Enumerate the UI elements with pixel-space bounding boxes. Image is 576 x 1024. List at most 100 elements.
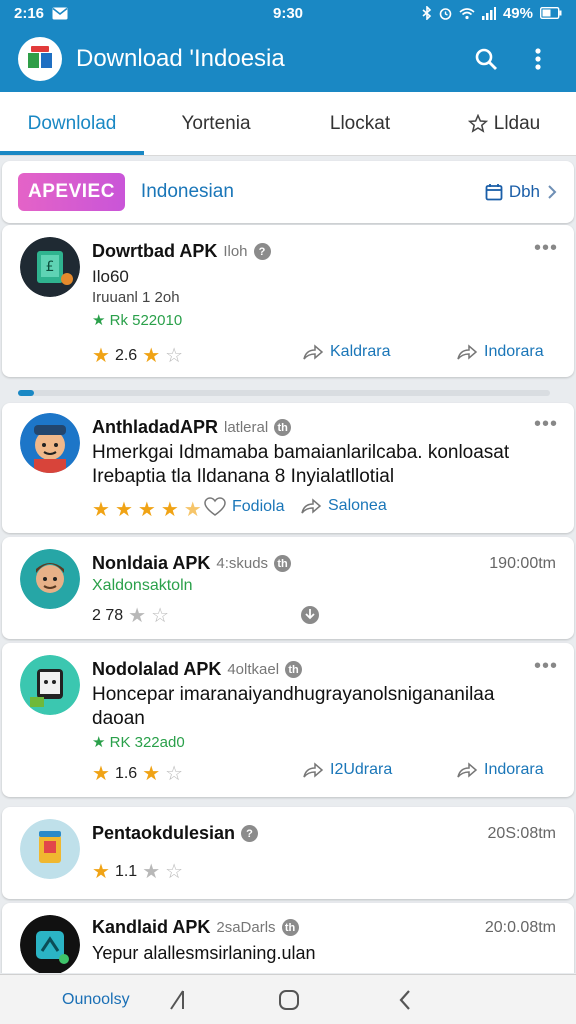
- status-time: 2:16: [14, 4, 45, 22]
- tab-yortenia[interactable]: Yortenia: [144, 92, 288, 155]
- home-icon: [279, 990, 299, 1010]
- app-card[interactable]: Kandlaid APK 2saDarls th 20:0.08tm Yepur…: [2, 903, 574, 973]
- rating-row: ★ 1.1 ★ ☆: [92, 859, 183, 884]
- app-subtitle: 4oltkael: [227, 661, 280, 678]
- favorite-button[interactable]: Fodiola: [204, 497, 284, 517]
- star-icon: ★: [142, 861, 161, 883]
- forward-button[interactable]: Indorara: [456, 343, 544, 361]
- star-icon: ★: [92, 861, 110, 883]
- alarm-icon: [439, 7, 452, 20]
- more-horiz-icon[interactable]: •••: [534, 237, 558, 260]
- app-title: AnthladadAPR: [92, 417, 218, 437]
- app-time: 190:00tm: [489, 555, 556, 572]
- app-subtitle: Iloh: [223, 243, 248, 260]
- share-arrow-icon: [457, 762, 478, 778]
- app-avatar: [20, 915, 80, 973]
- star-half-icon: ★: [183, 499, 202, 521]
- promo-text: Indonesian: [140, 181, 234, 202]
- app-rank: ★ RK 322ad0: [92, 734, 185, 751]
- mail-icon: [52, 7, 68, 20]
- app-title: Pentaokdulesian: [92, 823, 236, 843]
- recents-icon: [170, 990, 184, 1010]
- tab-label: Downlolad: [27, 112, 117, 134]
- star-outline-icon: ☆: [165, 861, 184, 883]
- app-title: Nodolalad APK: [92, 659, 222, 679]
- star-icon: ★: [160, 499, 179, 521]
- star-icon: ★: [92, 763, 110, 785]
- rating-row: 2 78 ★ ☆: [92, 603, 169, 628]
- progress-fill: [18, 390, 34, 396]
- app-card[interactable]: Nodolalad APK 4oltkael th ••• Honcepar i…: [2, 643, 574, 797]
- app-card[interactable]: Pentaokdulesian ? 20S:08tm ★ 1.1 ★ ☆: [2, 807, 574, 899]
- status-bar: 2:16 9:30 49%: [0, 0, 576, 26]
- tab-label: Llockat: [329, 112, 391, 134]
- tab-label: Yortenia: [181, 112, 251, 134]
- promo-banner[interactable]: APEVIEC Indonesian Dbh: [2, 161, 574, 223]
- tab-label: Lldau: [493, 112, 541, 134]
- star-outline-icon: ☆: [165, 345, 184, 367]
- recents-button[interactable]: [164, 987, 190, 1013]
- more-horiz-icon[interactable]: •••: [534, 413, 558, 436]
- app-description: Yepur alallesmsirlaning.ulan: [92, 943, 316, 963]
- promo-badge: APEVIEC: [18, 173, 125, 211]
- battery-percent: 49%: [502, 4, 533, 22]
- share-arrow-icon: [457, 344, 478, 360]
- home-button[interactable]: [276, 987, 302, 1013]
- scroll-progress: [18, 390, 550, 396]
- overflow-menu-button[interactable]: [518, 39, 558, 79]
- share-label: I2Udrara: [330, 761, 393, 778]
- app-time: 20S:08tm: [487, 825, 556, 842]
- app-rank: ★ Rk 522010: [92, 312, 183, 329]
- back-button[interactable]: [392, 987, 418, 1013]
- app-time: 20:0.08tm: [484, 919, 556, 936]
- signal-icon: [481, 6, 496, 20]
- back-icon: [399, 990, 410, 1010]
- search-button[interactable]: [466, 39, 506, 79]
- rating-value: 2.6: [114, 346, 138, 364]
- info-icon: th: [274, 419, 292, 436]
- app-meta-secondary: Iruuanl 1 2oh: [92, 289, 180, 306]
- star-outline-icon: ☆: [151, 605, 170, 627]
- app-card[interactable]: Nonldaia APK 4:skuds th 190:00tm Xaldons…: [2, 537, 574, 639]
- battery-icon: [540, 7, 562, 19]
- tab-lldau[interactable]: Lldau: [432, 92, 576, 155]
- promo-link[interactable]: Dbh: [485, 182, 558, 202]
- app-card[interactable]: AnthladadAPR latleral th ••• Hmerkgai Id…: [2, 403, 574, 533]
- app-bar: Download 'Indoesia: [0, 26, 576, 92]
- app-avatar: [20, 655, 80, 715]
- share-arrow-icon: [303, 762, 324, 778]
- star-icon: ★: [128, 605, 147, 627]
- system-nav-bar: Ounoolsy: [0, 974, 576, 1024]
- forward-button[interactable]: Indorara: [456, 761, 544, 779]
- share-button[interactable]: Salonea: [300, 497, 387, 515]
- help-icon: ?: [253, 243, 271, 260]
- app-meta: Xaldonsaktoln: [92, 577, 193, 594]
- app-avatar: [20, 413, 80, 473]
- chevron-right-icon: [548, 185, 557, 199]
- share-button[interactable]: Kaldrara: [302, 343, 390, 361]
- star-icon: ★: [114, 499, 133, 521]
- download-button[interactable]: [300, 605, 320, 625]
- tab-download[interactable]: Downlolad: [0, 92, 144, 155]
- app-card[interactable]: £ Dowrtbad APK Iloh ? ••• Ilo60 Iruuanl …: [2, 225, 574, 377]
- app-title: Download 'Indoesia: [76, 45, 285, 72]
- star-icon: ★: [92, 499, 110, 521]
- rating-value: 1.1: [114, 862, 138, 880]
- app-avatar: £: [20, 237, 80, 297]
- feed[interactable]: APEVIEC Indonesian Dbh £ Dowrtbad APK Il…: [0, 157, 576, 973]
- app-avatar: [20, 549, 80, 609]
- star-outline-icon: [467, 113, 488, 133]
- nav-label[interactable]: Ounoolsy: [62, 991, 130, 1009]
- help-icon: ?: [241, 825, 259, 842]
- promo-link-label: Dbh: [508, 182, 540, 201]
- star-icon: ★: [142, 763, 161, 785]
- share-button[interactable]: I2Udrara: [302, 761, 392, 779]
- app-subtitle: latleral: [224, 419, 269, 436]
- rating-value: 2 78: [92, 606, 124, 624]
- more-horiz-icon[interactable]: •••: [534, 655, 558, 678]
- info-icon: th: [285, 661, 303, 678]
- app-title: Kandlaid APK: [92, 917, 211, 937]
- tab-llockat[interactable]: Llockat: [288, 92, 432, 155]
- share-label: Salonea: [328, 497, 387, 514]
- wifi-icon: [459, 7, 475, 20]
